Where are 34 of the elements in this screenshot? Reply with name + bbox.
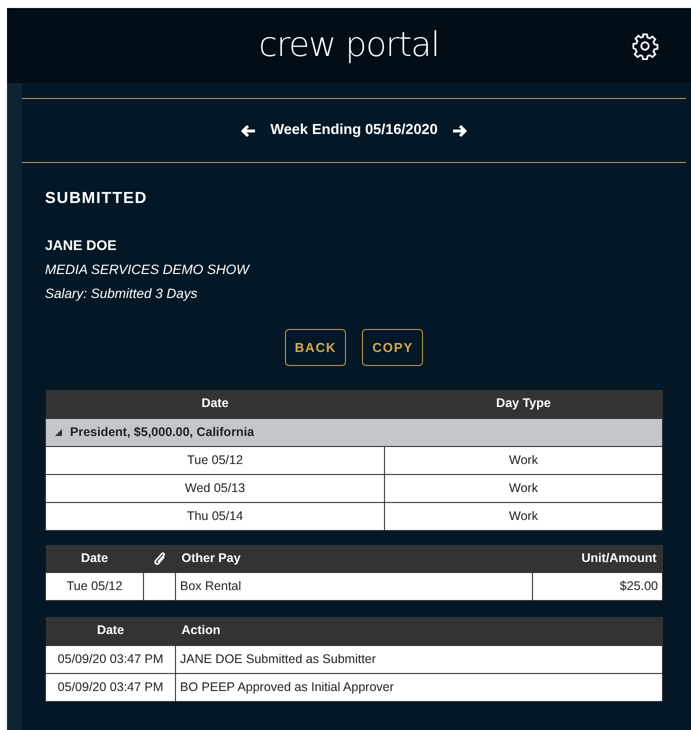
week-label: Week Ending 05/16/2020	[270, 120, 438, 140]
action-button[interactable]: COPY	[362, 328, 424, 366]
table-cell: Work	[384, 446, 662, 474]
left-arrow-icon[interactable]	[240, 124, 256, 138]
column-header: Date	[46, 390, 384, 418]
column-header: Date	[46, 544, 144, 572]
salary-summary: Salary: Submitted 3 Days	[45, 285, 198, 304]
table-cell: Work	[384, 502, 662, 530]
column-header: Unit/Amount	[532, 544, 662, 572]
table-cell: Wed 05/13	[46, 474, 384, 502]
action-button[interactable]: BACK	[284, 328, 346, 366]
right-arrow-icon[interactable]	[452, 124, 468, 138]
table-cell: Box Rental	[176, 572, 532, 600]
table-cell: $25.00	[532, 572, 662, 600]
table-cell: JANE DOE Submitted as Submitter	[176, 645, 662, 673]
column-header: Date	[46, 617, 176, 645]
settings-icon[interactable]	[631, 32, 659, 60]
paperclip-icon	[152, 550, 166, 567]
show-name: MEDIA SERVICES DEMO SHOW	[45, 261, 251, 279]
status-heading: SUBMITTED	[45, 189, 148, 209]
column-header: Day Type	[384, 390, 662, 418]
group-label: President, $5,000.00, California	[70, 424, 254, 439]
expand-triangle-icon[interactable]	[54, 428, 62, 436]
table-cell: 05/09/20 03:47 PM	[46, 645, 176, 673]
table-cell: Thu 05/14	[46, 502, 384, 530]
table-cell: 05/09/20 03:47 PM	[46, 673, 176, 701]
column-header: Action	[176, 617, 662, 645]
table-cell: Work	[384, 474, 662, 502]
column-header: Other Pay	[176, 544, 532, 572]
app-title: crew portal	[258, 24, 440, 67]
table-cell: Tue 05/12	[46, 572, 144, 600]
table-cell: BO PEEP Approved as Initial Approver	[176, 673, 662, 701]
employee-name: JANE DOE	[45, 236, 118, 255]
table-cell: Tue 05/12	[46, 446, 384, 474]
